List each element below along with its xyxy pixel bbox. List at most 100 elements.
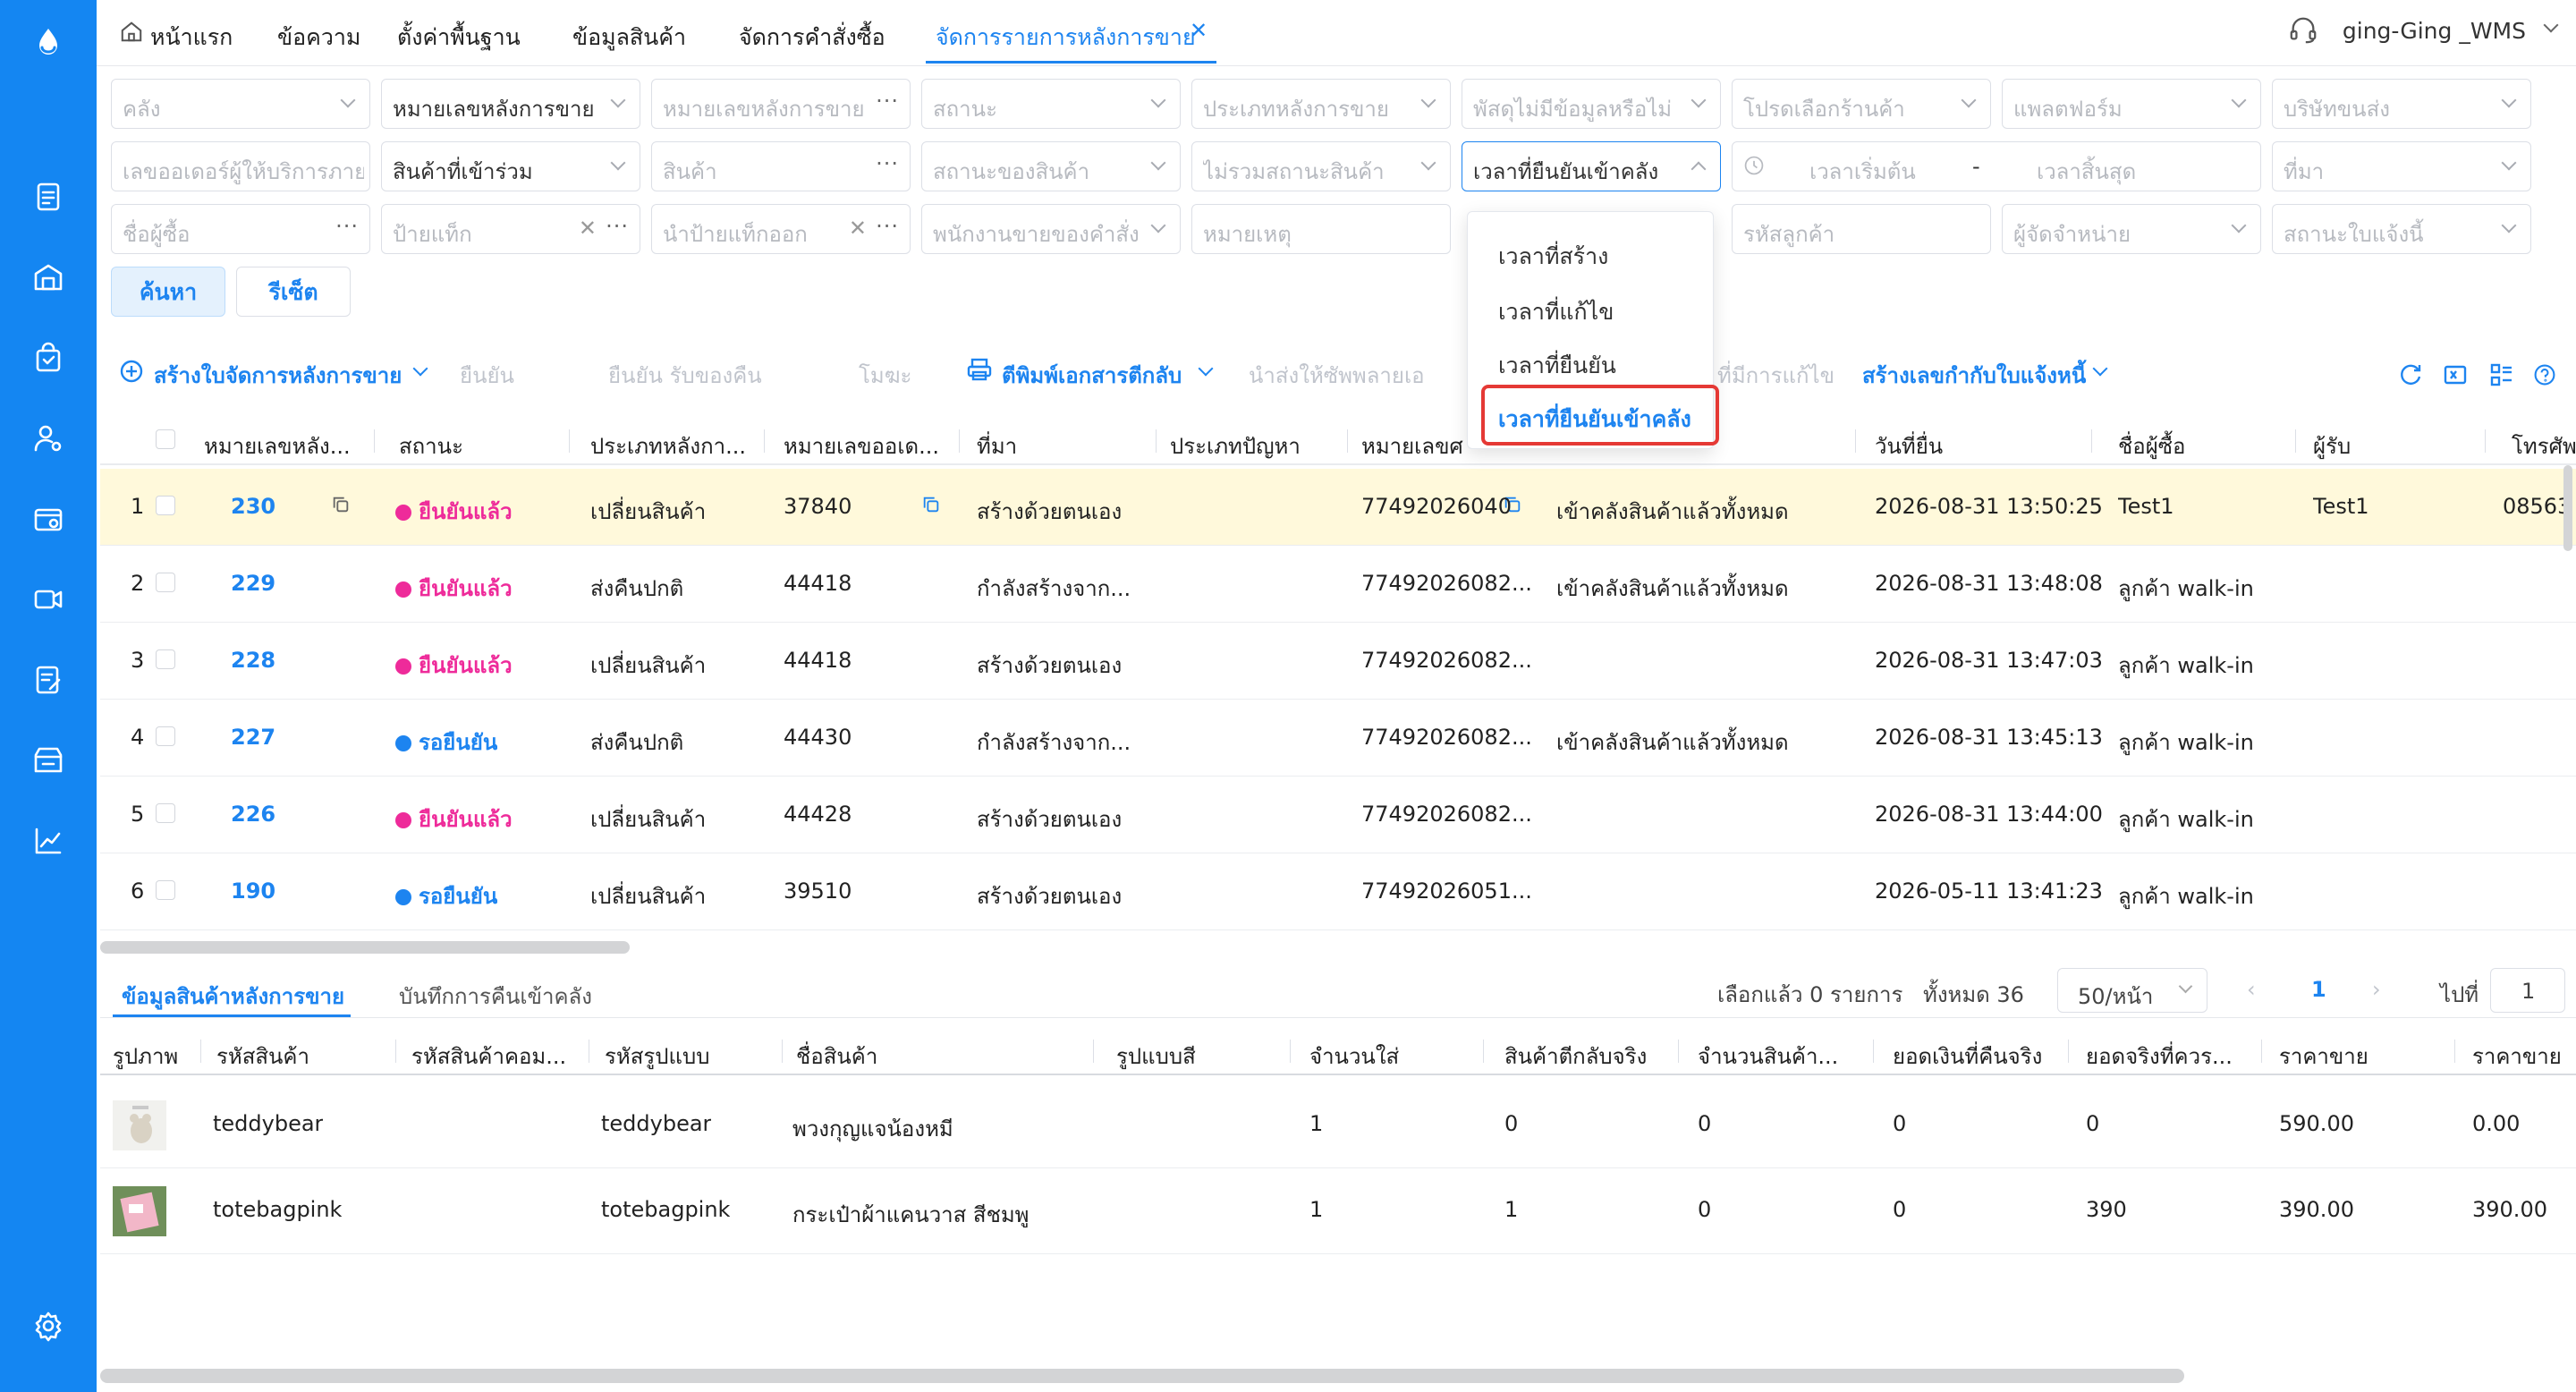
more-icon[interactable]: ···	[335, 214, 359, 239]
table-row[interactable]: 4 227 รอยืนยัน ส่งคืนปกติ 44430 กำลังสร้างจาก…	[100, 700, 2576, 777]
more-icon[interactable]: ···	[876, 89, 899, 114]
order-no-input[interactable]: หมายเลขหลังการขาย ···	[651, 79, 911, 129]
product-row[interactable]: teddybear teddybear พวงกุญแจน้องหมี 1 0 0 0 0 59…	[100, 1082, 2576, 1168]
chevron-down-icon[interactable]	[412, 361, 428, 377]
printer-icon[interactable]	[966, 356, 993, 388]
aftersale-number-link[interactable]: 228	[231, 648, 275, 673]
table-row[interactable]: 6 190 รอยืนยัน เปลี่ยนสินค้า 39510 สร้างด้วยต…	[100, 853, 2576, 930]
aftersale-number-link[interactable]: 227	[231, 725, 275, 750]
warehouse-select[interactable]: คลัง	[111, 79, 370, 129]
product-status-select[interactable]: สถานะของสินค้า	[921, 141, 1181, 191]
modified-button[interactable]: ที่มีการแก้ไข	[1717, 358, 1835, 393]
tab-order-management[interactable]: จัดการคำสั่งซื้อ	[739, 20, 886, 55]
store-icon[interactable]	[30, 743, 66, 778]
bag-icon[interactable]	[30, 340, 66, 376]
invoice-status-select[interactable]: สถานะใบแจ้งนี้	[2272, 204, 2531, 254]
option-modified-time[interactable]: เวลาที่แก้ไข	[1498, 294, 1614, 330]
distributor-select[interactable]: ผู้จัดจำหน่าย	[2002, 204, 2261, 254]
main-horizontal-scrollbar[interactable]	[100, 941, 630, 954]
remove-tag-select[interactable]: นำป้ายแท็กออก ✕ ···	[651, 204, 911, 254]
copy-icon[interactable]	[331, 494, 351, 520]
exclude-status-select[interactable]: ไม่รวมสถานะสินค้า	[1191, 141, 1451, 191]
box-icon[interactable]	[30, 501, 66, 537]
reset-button[interactable]: รีเซ็ต	[236, 267, 351, 317]
table-row[interactable]: 2 229 ยืนยันแล้ว ส่งคืนปกติ 44418 กำลังสร้างจ…	[100, 546, 2576, 623]
close-tab-icon[interactable]: ✕	[1190, 18, 1208, 43]
video-icon[interactable]	[30, 581, 66, 617]
source-select[interactable]: ที่มา	[2272, 141, 2531, 191]
date-range-picker[interactable]: เวลาเริ่มต้น - เวลาสิ้นสุด	[1732, 141, 2261, 191]
main-vertical-scrollbar[interactable]	[2563, 465, 2572, 551]
customer-code-input[interactable]: รหัสลูกค้า	[1732, 204, 1991, 254]
tab-basic-settings[interactable]: ตั้งค่าพื้นฐาน	[397, 20, 521, 55]
plus-circle-icon[interactable]	[118, 358, 145, 390]
send-supplier-button[interactable]: นำส่งให้ซัพพลายเอ	[1249, 358, 1467, 393]
refresh-icon[interactable]	[2397, 361, 2424, 394]
search-button[interactable]: ค้นหา	[111, 267, 225, 317]
sales-staff-select[interactable]: พนักงานขายของคำสั่ง	[921, 204, 1181, 254]
edit-list-icon[interactable]	[30, 662, 66, 698]
option-confirmed-time[interactable]: เวลาที่ยืนยัน	[1498, 348, 1616, 384]
current-page[interactable]: 1	[2311, 977, 2326, 1002]
more-icon[interactable]: ···	[876, 151, 899, 176]
tab-home[interactable]: หน้าแรก	[150, 20, 233, 55]
row-checkbox[interactable]	[156, 803, 175, 823]
aftersale-number-link[interactable]: 226	[231, 802, 275, 827]
aftersale-number-link[interactable]: 190	[231, 878, 275, 904]
tag-select[interactable]: ป้ายแท็ก ✕ ···	[381, 204, 640, 254]
more-icon[interactable]: ···	[876, 214, 899, 239]
help-icon[interactable]	[2533, 363, 2556, 392]
platform-select[interactable]: แพลตฟอร์ม	[2002, 79, 2261, 129]
tab-product-info[interactable]: ข้อมูลสินค้า	[572, 20, 686, 55]
create-aftersale-button[interactable]: สร้างใบจัดการหลังการขาย	[154, 358, 402, 393]
export-icon[interactable]	[2442, 361, 2469, 394]
goto-page-input[interactable]: 1	[2490, 968, 2565, 1013]
row-checkbox[interactable]	[156, 649, 175, 669]
headset-icon[interactable]	[2288, 14, 2318, 50]
product-row[interactable]: totebagpink totebagpink กระเป๋าผ้าแคนวาส ส…	[100, 1168, 2576, 1254]
store-select[interactable]: โปรดเลือกร้านค้า	[1732, 79, 1991, 129]
column-settings-icon[interactable]	[2488, 361, 2515, 394]
carrier-select[interactable]: บริษัทขนส่ง	[2272, 79, 2531, 129]
row-checkbox[interactable]	[156, 573, 175, 592]
aftersale-type-select[interactable]: ประเภทหลังการขาย	[1191, 79, 1451, 129]
status-select[interactable]: สถานะ	[921, 79, 1181, 129]
select-all-checkbox[interactable]	[156, 429, 175, 449]
warehouse-icon[interactable]	[30, 259, 66, 295]
time-type-select[interactable]: เวลาที่ยืนยันเข้าคลัง	[1462, 141, 1721, 191]
print-return-doc-button[interactable]: ตีพิมพ์เอกสารตีกลับ	[1002, 358, 1182, 393]
option-created-time[interactable]: เวลาที่สร้าง	[1498, 239, 1608, 275]
user-name[interactable]: ging-Ging _WMS	[2343, 18, 2526, 44]
has-info-select[interactable]: พัสดุไม่มีข้อมูลหรือไม่	[1462, 79, 1721, 129]
buyer-input[interactable]: ชื่อผู้ซื้อ ···	[111, 204, 370, 254]
tab-aftersale-management[interactable]: จัดการรายการหลังการขาย	[936, 20, 1196, 55]
order-type-select[interactable]: หมายเลขหลังการขาย	[381, 79, 640, 129]
row-checkbox[interactable]	[156, 880, 175, 900]
start-time-input[interactable]: เวลาเริ่มต้น	[1809, 154, 1916, 189]
note-input[interactable]: หมายเหตุ	[1191, 204, 1451, 254]
product-horizontal-scrollbar[interactable]	[100, 1369, 2184, 1383]
product-thumbnail[interactable]	[113, 1100, 166, 1150]
product-input[interactable]: สินค้า ···	[651, 141, 911, 191]
chart-icon[interactable]	[30, 823, 66, 859]
aftersale-number-link[interactable]: 229	[231, 571, 275, 596]
chevron-down-icon[interactable]	[2092, 361, 2108, 377]
tab-messages[interactable]: ข้อความ	[277, 20, 360, 55]
end-time-input[interactable]: เวลาสิ้นสุด	[2037, 154, 2136, 189]
prev-page-icon[interactable]: ‹	[2247, 977, 2256, 1002]
next-page-icon[interactable]: ›	[2372, 977, 2381, 1002]
tab-aftersale-products[interactable]: ข้อมูลสินค้าหลังการขาย	[122, 979, 344, 1014]
product-thumbnail[interactable]	[113, 1186, 166, 1236]
document-icon[interactable]	[30, 179, 66, 215]
confirm-button[interactable]: ยืนยัน	[460, 358, 514, 393]
more-icon[interactable]: ···	[606, 214, 629, 239]
tab-return-records[interactable]: บันทึกการคืนเข้าคลัง	[399, 979, 592, 1014]
create-invoice-no-button[interactable]: สร้างเลขกำกับใบแจ้งหนี้	[1862, 358, 2086, 393]
row-checkbox[interactable]	[156, 726, 175, 746]
page-size-select[interactable]: 50/หน้า	[2057, 968, 2207, 1013]
provider-order-input[interactable]: เลขออเดอร์ผู้ให้บริการภาย	[111, 141, 370, 191]
confirm-receive-button[interactable]: ยืนยัน รับของคืน	[608, 358, 762, 393]
clear-icon[interactable]: ✕	[849, 216, 867, 241]
product-filter-select[interactable]: สินค้าที่เข้าร่วม	[381, 141, 640, 191]
table-row[interactable]: 3 228 ยืนยันแล้ว เปลี่ยนสินค้า 44418 สร้างด้ว…	[100, 623, 2576, 700]
